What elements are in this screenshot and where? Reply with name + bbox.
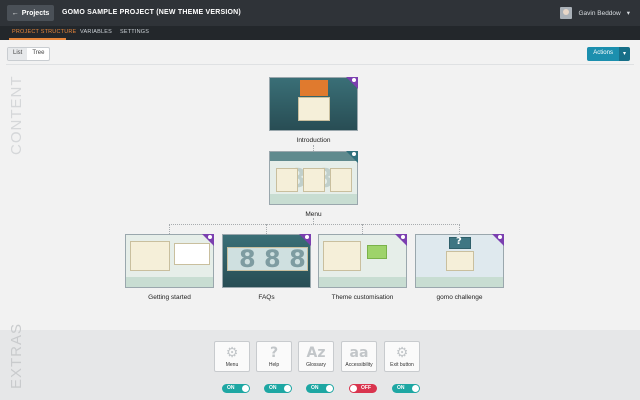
thumbnail-panel bbox=[367, 245, 387, 259]
extra-label: Exit button bbox=[390, 362, 414, 368]
page-thumbnail bbox=[125, 234, 214, 288]
tab-settings[interactable]: SETTINGS bbox=[120, 29, 149, 35]
badge-dot-icon bbox=[352, 152, 356, 156]
page-label-faqs: FAQs bbox=[258, 294, 275, 301]
toggle-menu[interactable]: ON bbox=[222, 384, 250, 393]
user-menu[interactable]: Gavin Beddow ▾ bbox=[560, 5, 630, 21]
page-thumbnail bbox=[269, 77, 358, 131]
tree-view-button[interactable]: Tree bbox=[27, 48, 49, 60]
toggle-state: OFF bbox=[361, 385, 371, 391]
toggle-knob bbox=[350, 385, 357, 392]
toggle-state: ON bbox=[269, 385, 277, 391]
actions-button[interactable]: Actions bbox=[587, 47, 619, 61]
page-thumbnail: 8 8 8 bbox=[269, 151, 358, 205]
toggle-exit-button[interactable]: ON bbox=[392, 384, 420, 393]
connector-line bbox=[362, 224, 363, 234]
thumbnail-panel bbox=[276, 168, 298, 192]
extra-label: Help bbox=[268, 362, 280, 368]
question-icon: ? bbox=[269, 345, 279, 361]
connector-line bbox=[459, 224, 460, 234]
top-bar: ← Projects GOMO SAMPLE PROJECT (NEW THEM… bbox=[0, 0, 640, 26]
actions-dropdown[interactable]: Actions ▾ bbox=[587, 47, 630, 61]
thumbnail-panel bbox=[298, 97, 330, 121]
page-thumbnail: ? bbox=[415, 234, 504, 288]
toggle-knob bbox=[326, 385, 333, 392]
accessibility-aa-icon: aa bbox=[349, 345, 369, 361]
arrow-left-icon: ← bbox=[11, 9, 19, 17]
toggle-knob bbox=[284, 385, 291, 392]
connector-line bbox=[169, 224, 460, 225]
extra-label: Glossary bbox=[306, 362, 326, 368]
extra-tile-help[interactable]: ? Help bbox=[256, 341, 292, 372]
user-name: Gavin Beddow bbox=[578, 9, 621, 17]
gear-icon: ⚙ bbox=[395, 345, 409, 361]
active-tab-indicator bbox=[9, 38, 66, 40]
extra-label: Accessibility bbox=[345, 362, 373, 368]
project-title: GOMO SAMPLE PROJECT (NEW THEME VERSION) bbox=[62, 9, 241, 16]
projects-back-label: Projects bbox=[21, 9, 50, 17]
page-card-faqs[interactable]: 8 8 8 bbox=[222, 234, 311, 288]
extra-tile-exit-button[interactable]: ⚙ Exit button bbox=[384, 341, 420, 372]
badge-dot-icon bbox=[401, 235, 405, 239]
gear-icon: ⚙ bbox=[225, 345, 239, 361]
content-section-label: CONTENT bbox=[8, 75, 25, 156]
thumbnail-big-text: 8 8 8 bbox=[239, 245, 306, 273]
page-card-theme-customisation[interactable] bbox=[318, 234, 407, 288]
thumbnail-ground bbox=[126, 276, 213, 287]
page-card-menu[interactable]: 8 8 8 bbox=[269, 151, 358, 205]
chevron-down-icon[interactable]: ▾ bbox=[618, 47, 630, 61]
page-label-theme-customisation: Theme customisation bbox=[331, 294, 394, 301]
connector-line bbox=[266, 224, 267, 234]
extra-tile-glossary[interactable]: Az Glossary bbox=[298, 341, 334, 372]
tab-bar: PROJECT STRUCTURE VARIABLES SETTINGS bbox=[0, 26, 640, 40]
thumbnail-panel bbox=[303, 168, 325, 192]
toggle-knob bbox=[412, 385, 419, 392]
badge-dot-icon bbox=[305, 235, 309, 239]
thumbnail-ground bbox=[270, 193, 357, 204]
page-label-introduction: Introduction bbox=[296, 137, 331, 144]
list-view-button[interactable]: List bbox=[8, 48, 28, 60]
thumbnail-ground bbox=[319, 276, 406, 287]
chevron-down-icon: ▾ bbox=[626, 10, 630, 17]
page-card-introduction[interactable] bbox=[269, 77, 358, 131]
page-label-gomo-challenge: gomo challenge bbox=[436, 294, 483, 301]
page-thumbnail: 8 8 8 bbox=[222, 234, 311, 288]
tab-project-structure[interactable]: PROJECT STRUCTURE bbox=[12, 29, 76, 35]
toggle-knob bbox=[242, 385, 249, 392]
thumbnail-banner bbox=[300, 80, 328, 96]
thumbnail-panel bbox=[323, 241, 361, 271]
connector-line bbox=[169, 224, 170, 234]
thumbnail-panel bbox=[446, 251, 474, 271]
page-card-gomo-challenge[interactable]: ? bbox=[415, 234, 504, 288]
toggle-help[interactable]: ON bbox=[264, 384, 292, 393]
thumbnail-header bbox=[270, 152, 357, 162]
extras-section-label: EXTRAS bbox=[8, 322, 25, 389]
thumbnail-panel bbox=[330, 168, 352, 192]
toggle-glossary[interactable]: ON bbox=[306, 384, 334, 393]
badge-dot-icon bbox=[208, 235, 212, 239]
toggle-state: ON bbox=[397, 385, 405, 391]
toggle-state: ON bbox=[227, 385, 235, 391]
tab-variables[interactable]: VARIABLES bbox=[80, 29, 112, 35]
extra-tile-menu[interactable]: ⚙ Menu bbox=[214, 341, 250, 372]
page-label-getting-started: Getting started bbox=[148, 294, 191, 301]
page-label-menu: Menu bbox=[305, 211, 322, 218]
view-toggle: List Tree bbox=[7, 47, 51, 61]
toggle-state: ON bbox=[311, 385, 319, 391]
page-card-getting-started[interactable] bbox=[125, 234, 214, 288]
thumbnail-big-text: ? bbox=[456, 236, 462, 247]
page-thumbnail bbox=[318, 234, 407, 288]
toggle-accessibility[interactable]: OFF bbox=[349, 384, 377, 393]
projects-back-button[interactable]: ← Projects bbox=[7, 5, 54, 21]
extra-tile-accessibility[interactable]: aa Accessibility bbox=[341, 341, 377, 372]
avatar bbox=[560, 7, 573, 19]
divider bbox=[6, 64, 634, 65]
thumbnail-panel bbox=[130, 241, 170, 271]
badge-dot-icon bbox=[352, 78, 356, 82]
extra-label: Menu bbox=[225, 362, 239, 368]
badge-dot-icon bbox=[498, 235, 502, 239]
thumbnail-panel bbox=[174, 243, 210, 265]
thumbnail-ground bbox=[416, 276, 503, 287]
glossary-az-icon: Az bbox=[306, 345, 326, 361]
